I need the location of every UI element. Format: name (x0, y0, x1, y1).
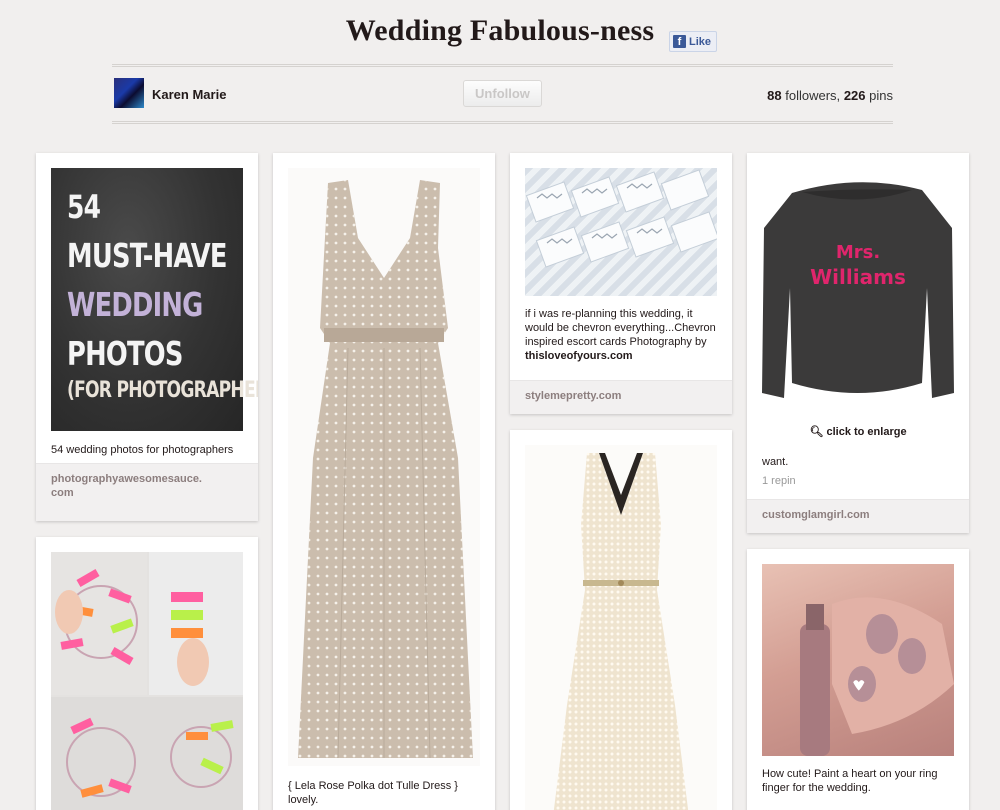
pin-description: want. (762, 456, 789, 468)
chalk-line: 54 (67, 188, 101, 226)
pin-image[interactable] (288, 168, 480, 766)
shirt-illustration: Mrs. Williams (762, 182, 954, 398)
owner-name[interactable]: Karen Marie (152, 87, 226, 102)
sequin-dress-illustration (553, 453, 689, 810)
chalk-line: PHOTOS (67, 334, 183, 373)
pin-description: 54 wedding photos for photographers (51, 444, 234, 456)
pins-count: 226 (843, 88, 866, 103)
enlarge-label: click to enlarge (826, 426, 907, 438)
followers-label: followers, (785, 88, 841, 103)
facebook-icon: f (673, 35, 686, 48)
board-stats: 88 followers, 226 pins (767, 88, 893, 103)
pin-description: How cute! Paint a heart on your ring fin… (762, 768, 938, 794)
tulle-dress-illustration (298, 180, 473, 759)
board-header: Wedding Fabulous-ness f Like (0, 0, 1000, 60)
pin-card[interactable]: 54 MUST-HAVE WEDDING PHOTOS (FOR PHOTOGR… (36, 153, 258, 521)
pin-card[interactable] (36, 537, 258, 810)
pin-repin-count[interactable]: 1 repin (762, 475, 796, 487)
board-info-bar: Karen Marie Unfollow 88 followers, 226 p… (112, 64, 893, 124)
board-title-text: Wedding Fabulous-ness (345, 14, 655, 47)
pin-image[interactable] (762, 564, 954, 756)
pin-card[interactable]: How cute! Paint a heart on your ring fin… (747, 549, 969, 810)
pin-image[interactable] (525, 168, 720, 296)
avatar[interactable] (114, 78, 144, 108)
pin-description: if i was re-planning this wedding, it wo… (525, 307, 717, 363)
unfollow-button[interactable]: Unfollow (463, 80, 542, 107)
enlarge-link[interactable]: 🔍︎ click to enlarge (747, 425, 969, 438)
pin-card[interactable]: { Lela Rose Polka dot Tulle Dress } love… (273, 153, 495, 810)
magnifier-icon: 🔍︎ (809, 426, 824, 438)
facebook-like-button[interactable]: f Like (669, 31, 718, 52)
escort-cards-illustration (525, 169, 720, 268)
sticky-notes-illustration (51, 552, 243, 810)
pin-description-link[interactable]: thisloveofyours.com (525, 350, 633, 362)
chalk-line: MUST-HAVE (67, 236, 227, 275)
pin-source[interactable]: stylemepretty.com (510, 380, 732, 414)
pin-card[interactable]: Mrs. Williams 🔍︎ click to enlarge want. … (747, 153, 969, 533)
pin-description-text: if i was re-planning this wedding, it wo… (525, 308, 716, 348)
pin-description-line: lovely. (288, 794, 319, 806)
nails-illustration (800, 597, 954, 756)
pin-source-line: photographyawesomesauce. (51, 473, 202, 485)
chalk-line: WEDDING (67, 285, 203, 324)
followers-count: 88 (767, 88, 782, 103)
shirt-text-line: Mrs. (836, 242, 880, 263)
chalk-line: (FOR PHOTOGRAPHERS) (67, 378, 258, 403)
pin-description: { Lela Rose Polka dot Tulle Dress } love… (288, 779, 480, 807)
pin-source[interactable]: customglamgirl.com (747, 499, 969, 533)
pin-card[interactable]: if i was re-planning this wedding, it wo… (510, 153, 732, 414)
pin-description-line: { Lela Rose Polka dot Tulle Dress } (288, 780, 458, 792)
pin-card[interactable] (510, 430, 732, 810)
pin-source[interactable]: photographyawesomesauce. com (36, 463, 258, 521)
like-label: Like (689, 35, 712, 48)
shirt-text-line: Williams (810, 265, 906, 289)
board-title: Wedding Fabulous-ness (0, 14, 1000, 48)
pin-image[interactable]: 54 MUST-HAVE WEDDING PHOTOS (FOR PHOTOGR… (51, 168, 258, 431)
pin-image[interactable] (51, 552, 243, 810)
pin-image[interactable]: Mrs. Williams (762, 168, 954, 428)
pins-label: pins (869, 88, 893, 103)
pin-image[interactable] (525, 445, 717, 810)
pin-source-line: com (51, 487, 74, 499)
